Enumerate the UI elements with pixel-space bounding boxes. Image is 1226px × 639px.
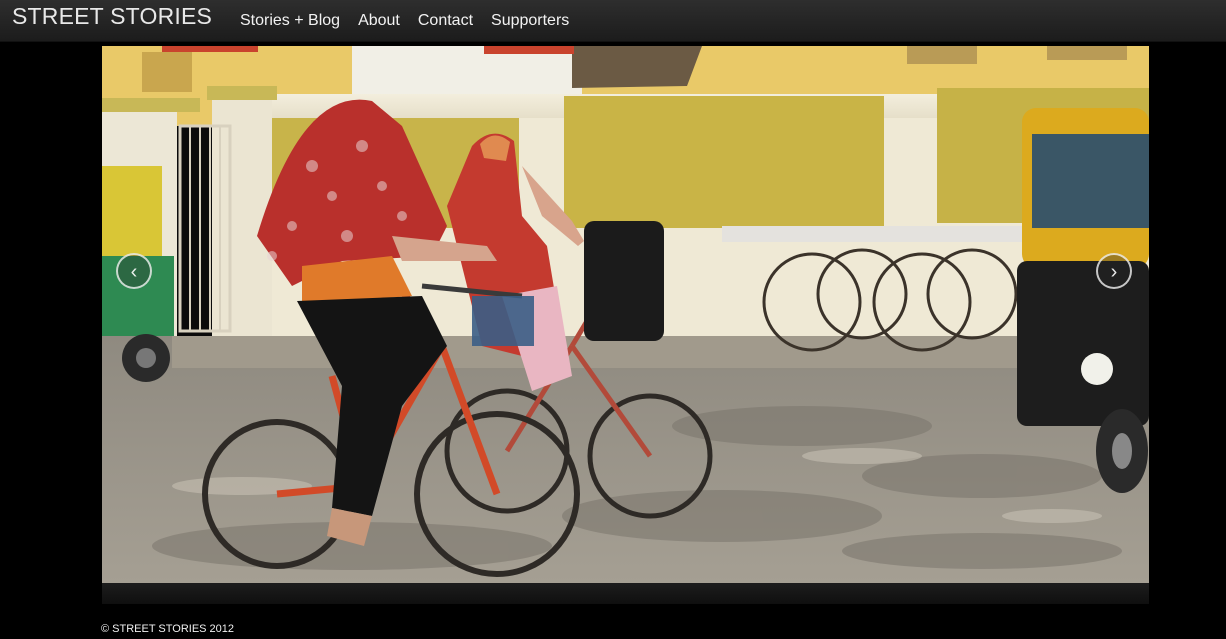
nav-link-stories-blog[interactable]: Stories + Blog xyxy=(240,12,340,29)
nav-item-contact: Contact xyxy=(418,12,473,30)
chevron-left-icon: ‹ xyxy=(130,261,138,283)
nav-item-stories-blog: Stories + Blog xyxy=(240,12,340,30)
slide-caption-bar xyxy=(102,583,1149,604)
chevron-right-icon: › xyxy=(1110,261,1118,283)
street-photo-illustration xyxy=(102,46,1149,583)
slide-photo-cyclists xyxy=(102,46,1149,583)
slide-next-button[interactable]: › xyxy=(1096,253,1132,289)
slide-prev-button[interactable]: ‹ xyxy=(116,253,152,289)
nav-item-about: About xyxy=(358,12,400,30)
nav-link-supporters[interactable]: Supporters xyxy=(491,12,569,29)
nav-item-supporters: Supporters xyxy=(491,12,569,30)
top-navbar: STREET STORIES Stories + Blog About Cont… xyxy=(0,0,1226,42)
site-logo-link[interactable]: STREET STORIES xyxy=(12,3,212,30)
slideshow: ‹ › xyxy=(102,46,1149,604)
footer-copyright: © STREET STORIES 2012 xyxy=(101,623,235,635)
nav-link-contact[interactable]: Contact xyxy=(418,12,473,29)
nav-link-about[interactable]: About xyxy=(358,12,400,29)
main-nav: Stories + Blog About Contact Supporters xyxy=(240,0,587,41)
